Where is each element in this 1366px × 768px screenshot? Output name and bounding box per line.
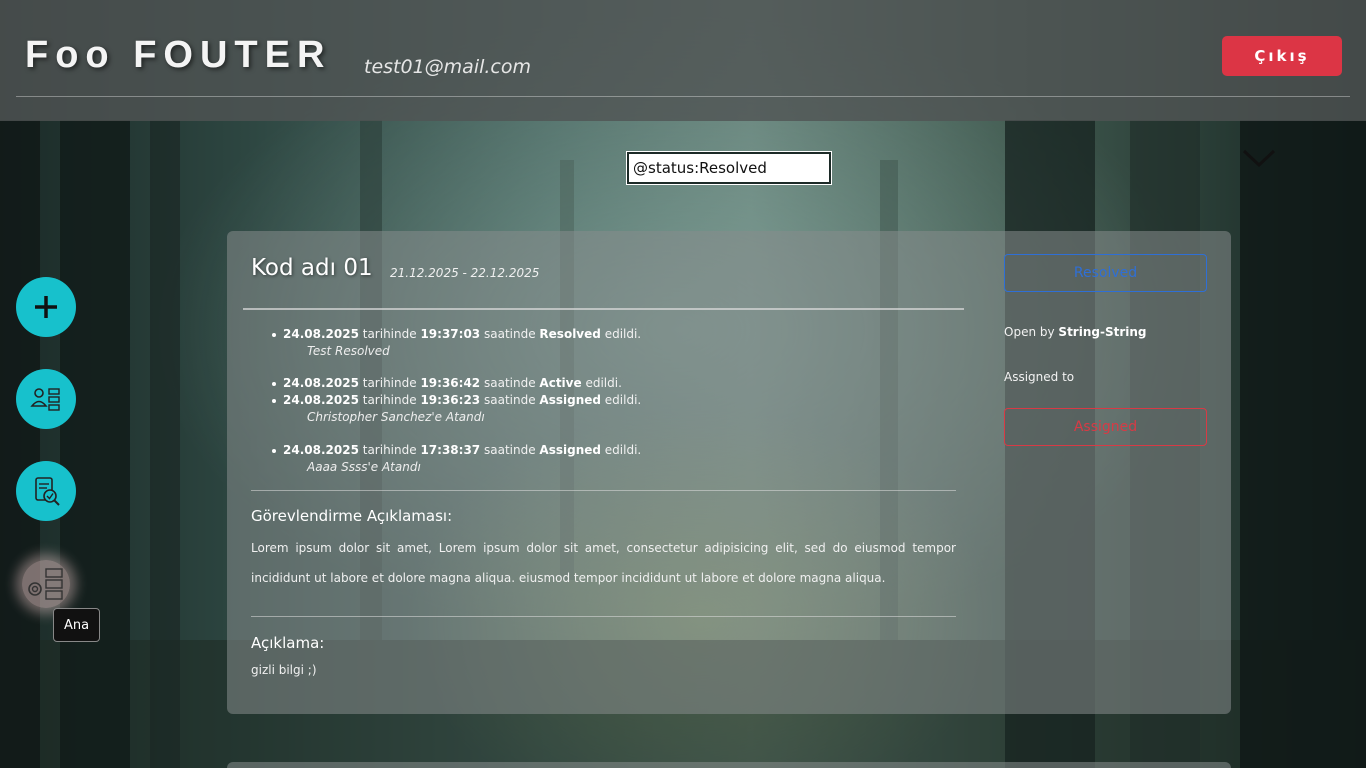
next-task-card (227, 762, 1231, 768)
open-by-text: Open by String-String (1004, 325, 1147, 339)
logout-button[interactable]: Çıkış (1222, 36, 1342, 76)
description-title: Açıklama: (251, 634, 325, 652)
assignment-title: Görevlendirme Açıklaması: (251, 507, 453, 525)
chevron-down-icon[interactable] (1241, 147, 1277, 169)
history-entry: 24.08.2025 tarihinde 17:38:37 saatinde A… (272, 442, 952, 459)
section-divider (251, 616, 956, 617)
add-button[interactable] (16, 277, 76, 337)
card-title: Kod adı 01 (251, 255, 373, 281)
history-entry: 24.08.2025 tarihinde 19:37:03 saatinde R… (272, 326, 952, 343)
assignment-text: Lorem ipsum dolor sit amet, Lorem ipsum … (251, 541, 956, 585)
brand-logo-text: Foo FOUTER (25, 34, 332, 76)
search-input[interactable] (626, 151, 832, 185)
history-note: Aaaa Ssss'e Atandı (307, 460, 421, 474)
top-header: Foo FOUTER test01@mail.com Çıkış (0, 0, 1366, 121)
history-list: 24.08.2025 tarihinde 19:37:03 saatinde R… (272, 326, 952, 475)
status-badge-assigned[interactable]: Assigned (1004, 408, 1207, 446)
date-range: 21.12.2025 - 22.12.2025 (390, 266, 540, 280)
status-badge-resolved[interactable]: Resolved (1004, 254, 1207, 292)
document-check-icon (35, 477, 60, 506)
history-entry: 24.08.2025 tarihinde 19:36:23 saatinde A… (272, 392, 952, 409)
history-note: Test Resolved (307, 344, 390, 358)
user-list-icon (30, 388, 60, 411)
history-entry: 24.08.2025 tarihinde 19:36:42 saatinde A… (272, 375, 952, 392)
plus-icon (35, 296, 57, 318)
task-card: Kod adı 01 21.12.2025 - 22.12.2025 24.08… (227, 231, 1231, 714)
card-header-divider (243, 308, 964, 310)
settings-list-icon (28, 568, 63, 600)
documents-button[interactable] (16, 461, 76, 521)
section-divider (251, 490, 956, 491)
assigned-to-label: Assigned to (1004, 370, 1075, 384)
settings-button[interactable] (22, 560, 70, 608)
user-email: test01@mail.com (364, 56, 531, 78)
header-divider (16, 96, 1350, 97)
history-note: Christopher Sanchez'e Atandı (307, 410, 485, 424)
users-button[interactable] (16, 369, 76, 429)
description-text: gizli bilgi ;) (251, 663, 317, 677)
tooltip: Ana (53, 608, 100, 642)
